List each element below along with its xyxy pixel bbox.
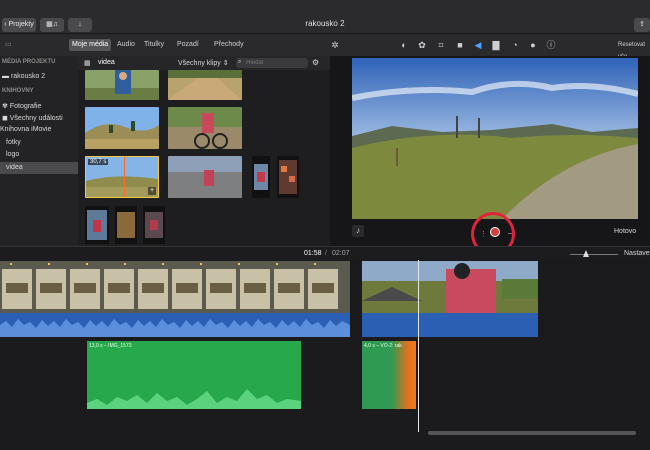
reset-all-button[interactable]: Resetovat vše — [615, 39, 650, 60]
browser-header: ▦ videa Všechny klipy ⇕ ⌕ ⚙ — [78, 56, 330, 70]
equalizer-icon[interactable]: ▇ — [491, 40, 501, 50]
project-media-heading: MÉDIA PROJEKTU — [2, 59, 56, 65]
voiceover-clip-label: 4,0 s – VO-2: rak — [364, 343, 402, 349]
content-toolbar: ▭ Moje média Audio Titulky Pozadí Přecho… — [0, 34, 650, 60]
clip-thumbnail[interactable] — [115, 206, 137, 244]
photos-icon: ✾ — [2, 103, 8, 110]
camera-icon[interactable]: ■ — [455, 40, 465, 50]
library-sidebar: MÉDIA PROJEKTU ▬ rakousko 2 KNIHOVNY ✾ F… — [0, 56, 78, 246]
filmstrip-image — [362, 261, 538, 313]
gear-icon[interactable]: ⚙ — [312, 58, 319, 67]
timeline-voiceover-clip[interactable]: 4,0 s – VO-2: rak — [362, 341, 416, 409]
music-clip-label: 13,0 s – IMG_1573 — [89, 343, 132, 349]
clip-thumbnail[interactable] — [143, 206, 165, 244]
clip-image — [85, 206, 109, 244]
timeline-scrollbar[interactable] — [428, 431, 636, 435]
sidebar-item-event-videa[interactable]: videa — [6, 164, 23, 171]
clip-thumbnail[interactable] — [168, 70, 242, 100]
crop-icon[interactable]: ⌗ — [436, 40, 446, 50]
clip-duration-badge: 30,7 s — [88, 159, 109, 165]
timeline-music-clip[interactable]: 13,0 s – IMG_1573 — [87, 341, 301, 409]
clip-image — [168, 107, 242, 149]
sidebar-toggle[interactable]: ▭ — [2, 39, 15, 51]
clip-thumbnail[interactable] — [85, 206, 109, 244]
current-time: 01:58 — [304, 250, 322, 257]
sidebar-item-label: Všechny události — [9, 115, 63, 122]
timeline-audio-track-2[interactable] — [362, 313, 538, 337]
dash-icon: – — [508, 230, 512, 237]
palette-icon[interactable]: ✿ — [417, 40, 427, 50]
sidebar-icon: ▭ — [5, 41, 12, 48]
microphone-icon[interactable]: ♪ — [352, 225, 364, 237]
filmstrip-image — [0, 261, 350, 313]
search-field[interactable]: ⌕ — [236, 58, 308, 68]
clip-thumbnail[interactable] — [168, 156, 242, 198]
chevron-updown-icon: ⇕ — [222, 60, 229, 67]
timeline-header: 01:58 / 02:07 Nastave — [0, 246, 650, 260]
sidebar-item-event-fotky[interactable]: fotky — [6, 139, 21, 146]
clip-image — [85, 107, 159, 149]
skimmer-line — [124, 157, 125, 197]
done-button[interactable]: Hotovo — [614, 228, 636, 235]
timeline-video-clip-2[interactable] — [362, 261, 538, 313]
settings-button[interactable]: Nastave — [624, 250, 650, 257]
clip-thumbnail[interactable] — [252, 156, 270, 198]
tab-my-media[interactable]: Moje média — [69, 39, 112, 51]
event-title: videa — [98, 59, 115, 66]
info-icon[interactable]: ⓘ — [546, 40, 556, 50]
sidebar-item-all-events[interactable]: ◼ Všechny události — [2, 114, 63, 122]
clip-image — [85, 70, 159, 100]
zoom-slider-track[interactable] — [570, 254, 618, 255]
clip-thumbnail[interactable] — [168, 107, 242, 149]
clip-thumbnail[interactable] — [85, 107, 159, 149]
sidebar-item-photos[interactable]: ✾ Fotografie — [2, 102, 41, 110]
add-clip-icon[interactable]: + — [148, 187, 156, 195]
waveform-image — [0, 319, 350, 337]
film-icon: ▬ — [2, 73, 9, 80]
speedometer-icon[interactable]: ◔ — [510, 40, 520, 50]
share-button[interactable]: ⇪ — [634, 18, 650, 32]
playhead[interactable] — [418, 260, 419, 432]
window-title: rakousko 2 — [305, 19, 345, 28]
magic-wand-icon[interactable]: ✲ — [330, 40, 340, 50]
tab-audio[interactable]: Audio — [114, 39, 138, 51]
star-icon: ◼ — [2, 115, 8, 122]
grid-view-icon[interactable]: ▦ — [84, 59, 91, 67]
sidebar-item-project[interactable]: ▬ rakousko 2 — [2, 73, 45, 80]
window-titlebar: ‹ Projekty ▦♫ ↓ rakousko 2 ⇪ — [0, 0, 650, 34]
color-balance-icon[interactable]: ◐ — [399, 40, 409, 50]
search-input[interactable] — [246, 59, 304, 67]
sidebar-item-imovie-library[interactable]: Knihovna iMovie — [0, 126, 51, 133]
search-icon: ⌕ — [238, 59, 242, 65]
clip-image — [168, 70, 242, 100]
sidebar-item-event-logo[interactable]: logo — [6, 151, 19, 158]
clip-image — [143, 206, 165, 244]
tab-transitions[interactable]: Přechody — [211, 39, 247, 51]
clip-image — [252, 156, 270, 198]
sidebar-item-label: rakousko 2 — [10, 73, 46, 80]
preview-image — [352, 58, 638, 219]
clip-filter-select[interactable]: Všechny klipy ⇕ — [178, 59, 229, 67]
video-preview[interactable] — [352, 58, 638, 219]
share-icon: ⇪ — [639, 21, 645, 28]
speaker-icon[interactable]: ◀ — [473, 40, 483, 50]
clip-thumbnail-selected[interactable]: 30,7 s + — [85, 156, 159, 198]
clip-image — [277, 156, 299, 198]
libraries-heading: KNIHOVNY — [2, 88, 34, 94]
filter-icon[interactable]: ● — [528, 40, 538, 50]
tab-titles[interactable]: Titulky — [141, 39, 167, 51]
timeline-video-clip-1[interactable] — [0, 261, 350, 313]
clip-thumbnail[interactable] — [277, 156, 299, 198]
waveform-image — [87, 389, 301, 409]
clip-image — [115, 206, 137, 244]
total-time: 02:07 — [332, 250, 350, 257]
sidebar-item-label: Fotografie — [9, 103, 42, 110]
tab-backgrounds[interactable]: Pozadí — [174, 39, 202, 51]
clip-filter-label: Všechny klipy — [178, 60, 221, 67]
clip-image — [168, 156, 242, 198]
timeline-audio-waveform-1[interactable] — [0, 313, 350, 337]
time-separator: / — [325, 250, 327, 257]
clip-thumbnail[interactable] — [85, 70, 159, 100]
